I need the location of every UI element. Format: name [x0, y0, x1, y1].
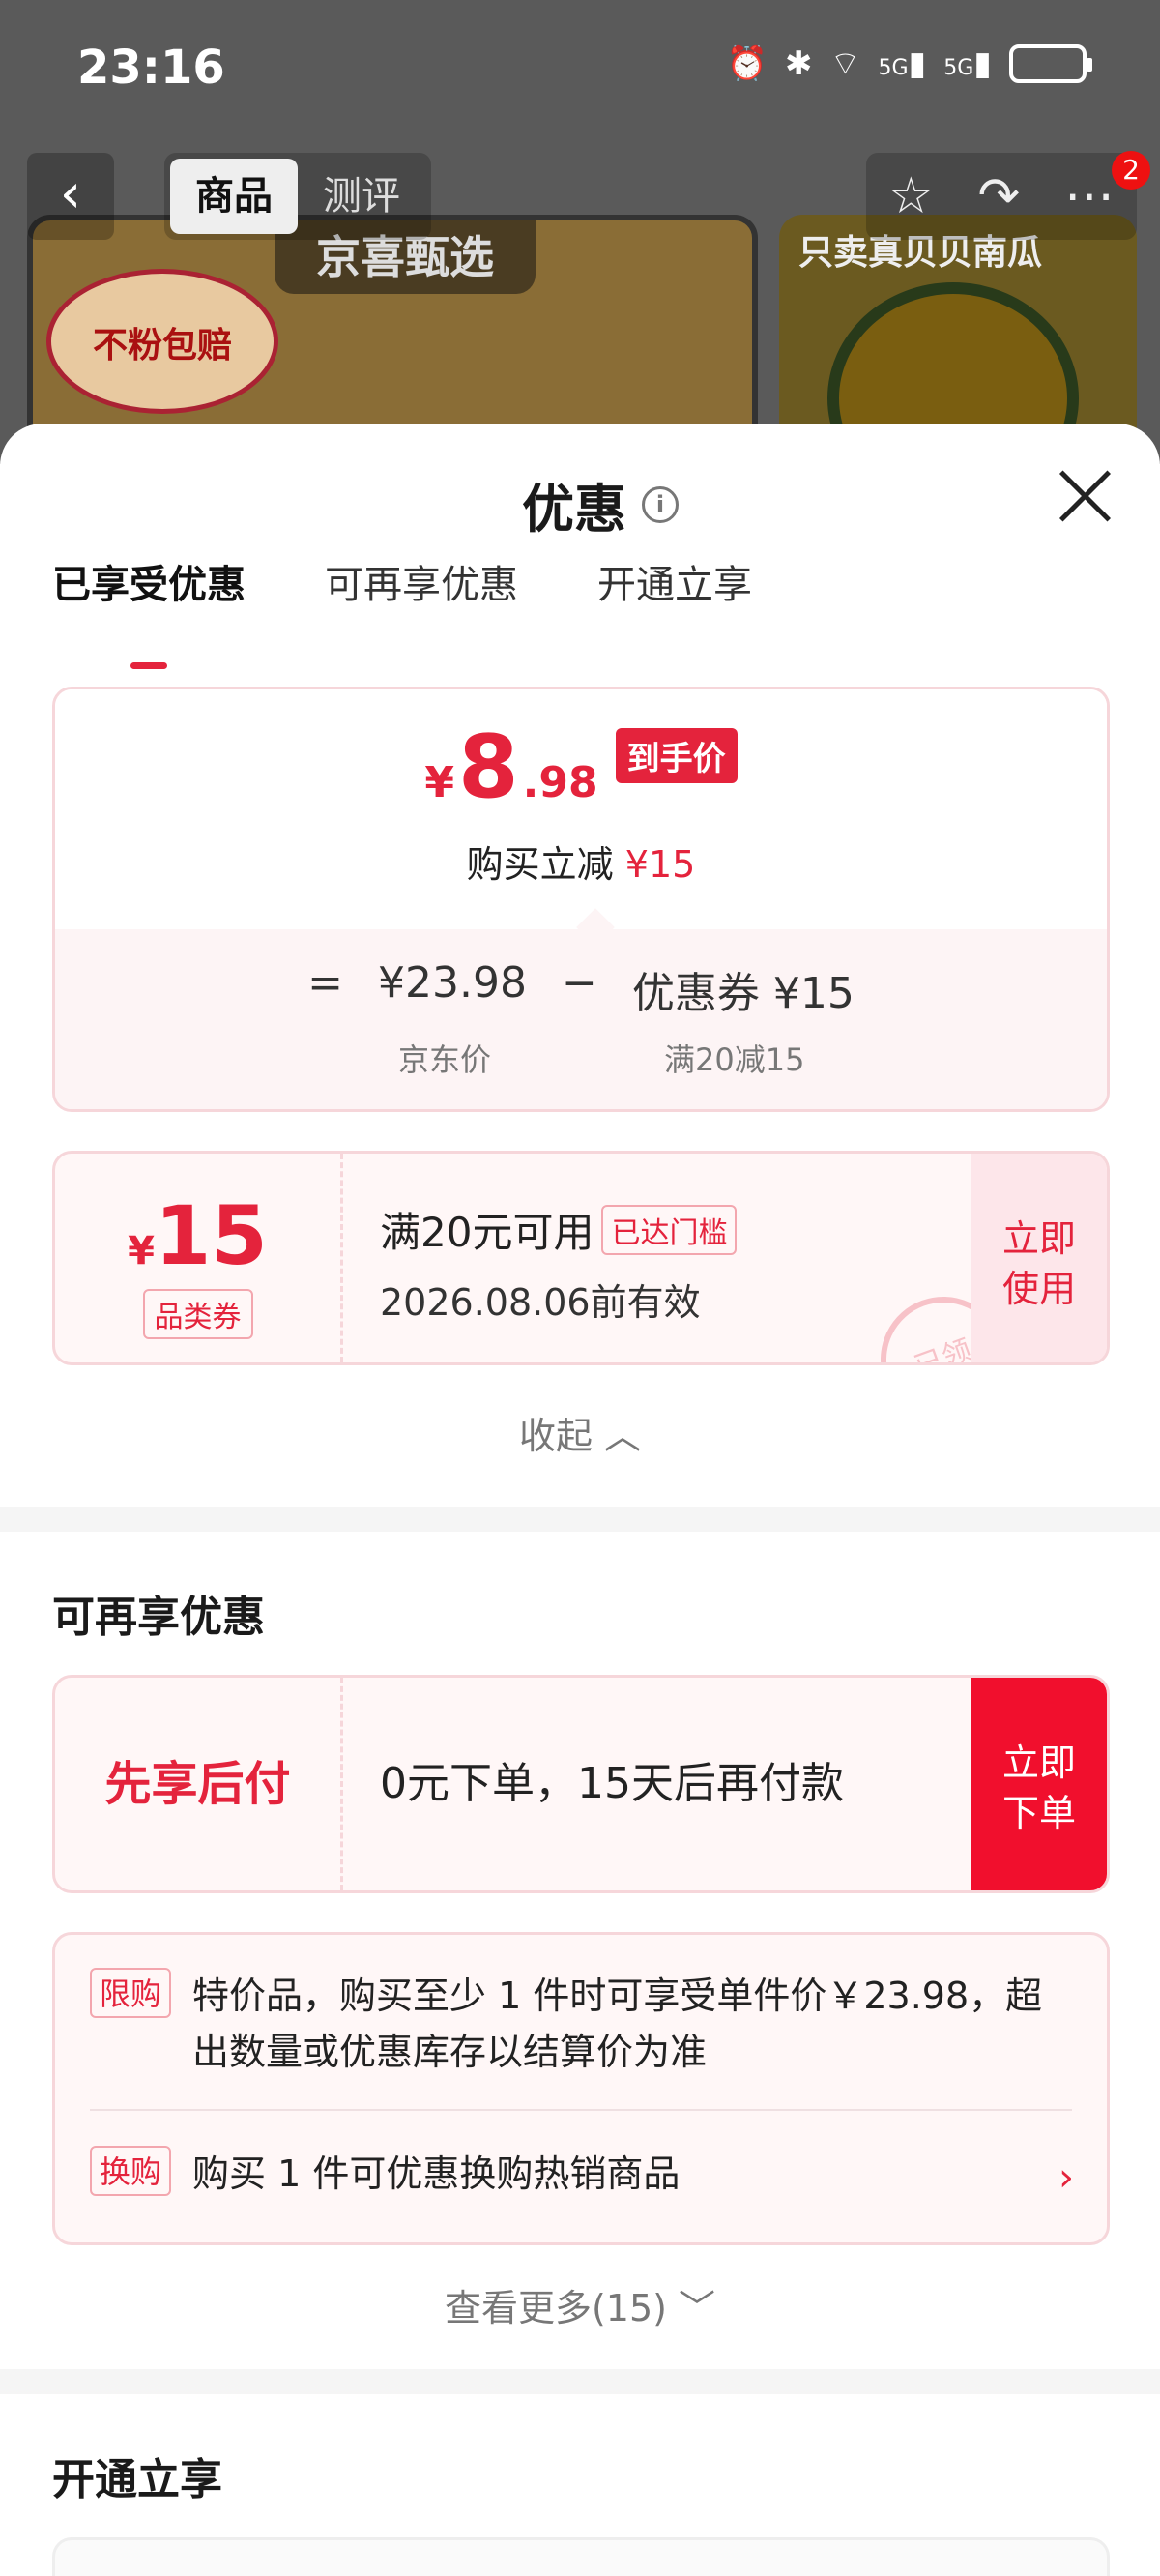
- order-now-label-2: 下单: [1001, 1792, 1076, 1834]
- network-label: 5G: [878, 55, 909, 80]
- see-more-label: 查看更多(15): [444, 2287, 667, 2329]
- see-more-button[interactable]: 查看更多(15) ﹀: [0, 2278, 1160, 2331]
- instant-discount-value: ¥15: [624, 843, 696, 886]
- jd-price-label: 京东价: [398, 1041, 492, 1078]
- order-now-label-1: 立即: [1001, 1742, 1076, 1784]
- purchase-limit-row: 限购 特价品，购买至少 1 件时可享受单件价￥23.98，超出数量或优惠库存以结…: [90, 1968, 1072, 2080]
- coupon-card: ¥ 15 品类券 满20元可用 已达门槛 2026.08.06前有效 已领 立即…: [52, 1151, 1110, 1365]
- notification-badge: 2: [1112, 151, 1150, 190]
- promotions-card: 限购 特价品，购买至少 1 件时可享受单件价￥23.98，超出数量或优惠库存以结…: [52, 1932, 1110, 2245]
- section-divider: [0, 1507, 1160, 1532]
- close-icon[interactable]: [1056, 466, 1114, 524]
- more-discounts-title: 可再享优惠: [52, 1593, 265, 1642]
- share-icon[interactable]: ↷: [978, 167, 1021, 225]
- signal-5g-icon: 5G▮: [878, 44, 927, 83]
- status-time: 23:16: [77, 41, 225, 95]
- chevron-up-icon: ︿: [604, 1415, 642, 1457]
- swap-tag: 换购: [90, 2146, 172, 2196]
- swap-purchase-row[interactable]: 换购 购买 1 件可优惠换购热销商品: [90, 2146, 1072, 2202]
- star-icon[interactable]: ☆: [888, 167, 934, 225]
- signal-5g-icon: 5G▮: [943, 44, 992, 83]
- wifi-icon: ⌔: [829, 44, 861, 83]
- bnpl-description: 0元下单，15天后再付款: [380, 1759, 844, 1808]
- background-product-page: 23:16 ⏰ ✱ ⌔ 5G▮ 5G▮ 京喜甄选 不粉包赔 只卖真贝贝南瓜 ‹ …: [0, 0, 1160, 464]
- bluetooth-icon: ✱: [785, 44, 813, 83]
- coupon-condition: 满20元可用 已达门槛: [380, 1200, 738, 1259]
- bnpl-card: 先享后付 0元下单，15天后再付款 立即 下单: [52, 1675, 1110, 1893]
- coupon-formula-value: 优惠券 ¥15: [631, 969, 855, 1018]
- instant-discount-label: 购买立减: [466, 843, 614, 886]
- discount-tabs: 已享受优惠 可再享优惠 开通立享: [0, 530, 1160, 636]
- status-icons: ⏰ ✱ ⌔ 5G▮ 5G▮: [726, 43, 1092, 84]
- collapse-button[interactable]: 收起 ︿: [0, 1406, 1160, 1459]
- tab-product[interactable]: 商品: [170, 159, 298, 234]
- coupon-validity: 2026.08.06前有效: [380, 1281, 701, 1324]
- network-label: 5G: [943, 55, 974, 80]
- activate-discounts-title: 开通立享: [52, 2455, 222, 2504]
- coupon-type-badge: 品类券: [142, 1289, 253, 1339]
- product-nav-actions: ☆ ↷ ⋯: [866, 153, 1137, 240]
- limit-tag: 限购: [90, 1968, 172, 2018]
- coupon-amount: ¥ 15: [55, 1188, 340, 1283]
- tab-more-discounts[interactable]: 可再享优惠: [325, 424, 518, 636]
- use-coupon-button[interactable]: 立即 使用: [972, 1154, 1107, 1362]
- coupon-currency: ¥: [128, 1229, 155, 1273]
- promo-divider: [90, 2109, 1072, 2111]
- price-currency: ¥: [424, 758, 455, 807]
- final-price-tag: 到手价: [615, 728, 738, 783]
- chevron-down-icon: ﹀: [679, 2287, 716, 2329]
- alarm-icon: ⏰: [726, 44, 768, 83]
- limit-text: 特价品，购买至少 1 件时可享受单件价￥23.98，超出数量或优惠库存以结算价为…: [192, 1975, 1043, 2073]
- product-seal: 不粉包赔: [46, 269, 278, 414]
- battery-icon: [1009, 44, 1092, 83]
- threshold-reached-badge: 已达门槛: [601, 1204, 738, 1255]
- collapse-label: 收起: [518, 1415, 593, 1457]
- price-decimal: .98: [522, 758, 598, 807]
- coupon-details: 满20元可用 已达门槛 2026.08.06前有效: [380, 1200, 738, 1326]
- formula-minus: −: [562, 958, 597, 1008]
- price-formula: = ¥23.98 − 优惠券 ¥15: [55, 958, 1107, 1020]
- coupon-condition-text: 满20元可用: [380, 1209, 594, 1256]
- chevron-right-icon[interactable]: ›: [1058, 2155, 1074, 2200]
- coupon-rule-label: 满20减15: [664, 1041, 805, 1078]
- order-now-button[interactable]: 立即 下单: [972, 1678, 1107, 1890]
- product-nav-tabs: 商品 测评: [164, 153, 431, 240]
- tab-activate-discounts[interactable]: 开通立享: [597, 424, 752, 636]
- final-price-top: ¥ 8 .98 到手价 购买立减 ¥15: [55, 689, 1107, 929]
- more-icon[interactable]: ⋯: [1064, 167, 1115, 225]
- jd-price-value: ¥23.98: [378, 958, 527, 1008]
- coupon-value-block: ¥ 15 品类券: [55, 1154, 343, 1362]
- section-divider: [0, 2369, 1160, 2394]
- price-breakdown: = ¥23.98 − 优惠券 ¥15 京东价 满20减15: [55, 929, 1107, 1109]
- use-coupon-label-2: 使用: [1001, 1268, 1076, 1310]
- coupon-amount-value: 15: [154, 1188, 268, 1283]
- bnpl-label: 先享后付: [55, 1678, 343, 1890]
- formula-equals: =: [307, 958, 344, 1008]
- final-price: ¥ 8 .98 到手价: [55, 717, 1107, 818]
- final-price-card: ¥ 8 .98 到手价 购买立减 ¥15 = ¥23.98 − 优惠券 ¥15 …: [52, 687, 1110, 1112]
- activate-discount-card[interactable]: [52, 2537, 1110, 2576]
- discount-sheet: 优惠 i 已享受优惠 可再享优惠 开通立享 ¥ 8 .98 到手价 购买立减 ¥…: [0, 424, 1160, 2576]
- status-bar: 23:16 ⏰ ✱ ⌔ 5G▮ 5G▮: [0, 0, 1160, 135]
- instant-discount: 购买立减 ¥15: [55, 834, 1107, 888]
- back-button[interactable]: ‹: [27, 153, 114, 240]
- tab-enjoyed-discounts[interactable]: 已享受优惠: [52, 424, 246, 636]
- price-integer: 8: [458, 717, 519, 818]
- use-coupon-label-1: 立即: [1001, 1217, 1076, 1260]
- tab-review[interactable]: 测评: [298, 159, 425, 234]
- swap-text: 购买 1 件可优惠换购热销商品: [192, 2152, 681, 2195]
